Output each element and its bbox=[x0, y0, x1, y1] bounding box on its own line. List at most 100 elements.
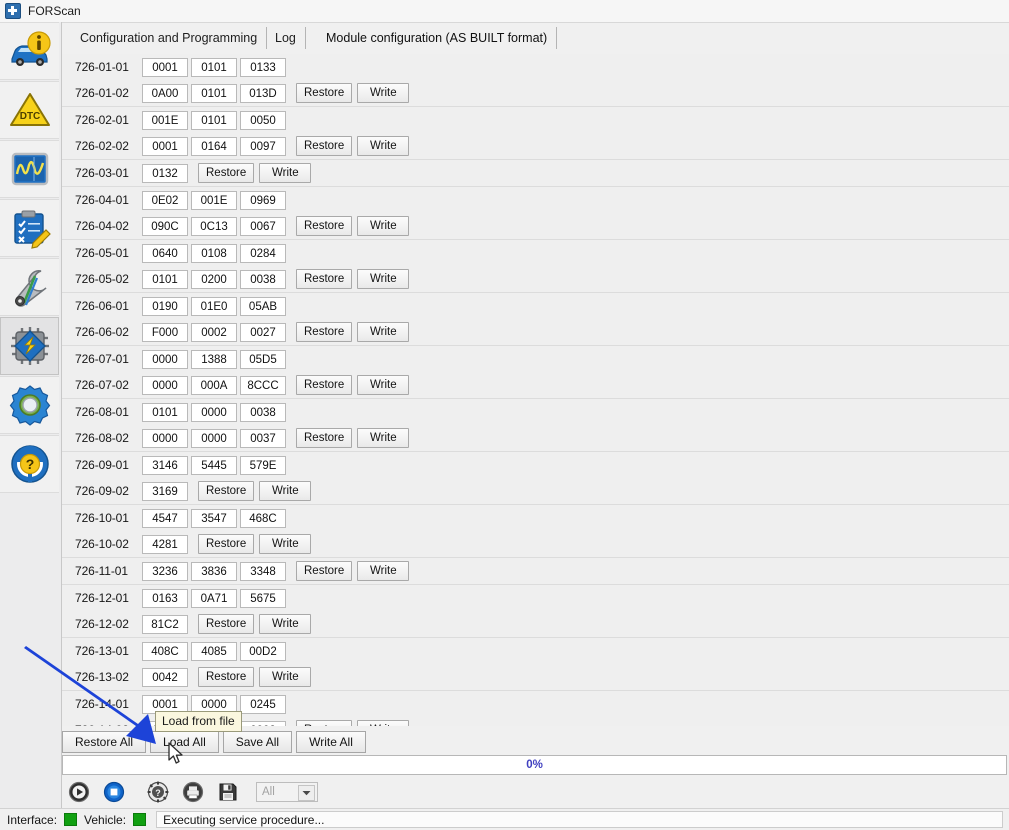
restore-row-button[interactable]: Restore bbox=[296, 269, 353, 289]
config-value-field[interactable]: 0038 bbox=[240, 402, 286, 422]
config-value-field[interactable]: 0000 bbox=[191, 402, 237, 422]
config-value-field[interactable]: 579E bbox=[240, 455, 286, 475]
refresh-button[interactable]: ? bbox=[141, 778, 174, 807]
config-value-field[interactable]: 05AB bbox=[240, 296, 286, 316]
write-row-button[interactable]: Write bbox=[357, 375, 410, 395]
sidebar-item-vehicle-info[interactable] bbox=[0, 22, 59, 80]
config-value-field[interactable]: 0001 bbox=[142, 136, 188, 156]
config-value-field[interactable]: 0000 bbox=[142, 428, 188, 448]
config-value-field[interactable]: 0038 bbox=[240, 269, 286, 289]
config-value-field[interactable]: 0A00 bbox=[142, 83, 188, 103]
filter-select[interactable]: All bbox=[256, 782, 318, 802]
config-value-field[interactable]: 0050 bbox=[240, 110, 286, 130]
config-value-field[interactable]: 3348 bbox=[240, 561, 286, 581]
write-row-button[interactable]: Write bbox=[357, 136, 410, 156]
write-row-button[interactable]: Write bbox=[357, 428, 410, 448]
config-value-field[interactable]: 0067 bbox=[240, 216, 286, 236]
config-value-field[interactable]: 0000 bbox=[191, 428, 237, 448]
config-value-field[interactable]: 0101 bbox=[191, 57, 237, 77]
chevron-down-icon[interactable] bbox=[298, 785, 315, 801]
config-value-field[interactable]: 0245 bbox=[240, 694, 286, 714]
config-value-field[interactable]: 0640 bbox=[142, 243, 188, 263]
config-value-field[interactable]: 0284 bbox=[240, 243, 286, 263]
config-value-field[interactable]: 0027 bbox=[240, 322, 286, 342]
save-all-button[interactable]: Save All bbox=[222, 731, 293, 753]
restore-row-button[interactable]: Restore bbox=[296, 375, 353, 395]
config-value-field[interactable]: 0200 bbox=[191, 269, 237, 289]
write-row-button[interactable]: Write bbox=[357, 561, 410, 581]
config-value-field[interactable]: 0001 bbox=[142, 57, 188, 77]
sidebar-item-dtc[interactable]: DTC bbox=[0, 81, 59, 139]
restore-row-button[interactable]: Restore bbox=[296, 136, 353, 156]
stop-button[interactable] bbox=[97, 778, 130, 807]
config-value-field[interactable]: 1388 bbox=[191, 349, 237, 369]
write-row-button[interactable]: Write bbox=[357, 216, 410, 236]
config-value-field[interactable]: 0164 bbox=[191, 136, 237, 156]
config-value-field[interactable]: 4547 bbox=[142, 508, 188, 528]
tab-log[interactable]: Log bbox=[266, 27, 306, 49]
config-value-field[interactable]: 0097 bbox=[240, 136, 286, 156]
write-row-button[interactable]: Write bbox=[259, 481, 312, 501]
config-value-field[interactable]: 0002 bbox=[191, 322, 237, 342]
restore-row-button[interactable]: Restore bbox=[296, 720, 353, 726]
config-value-field[interactable]: 001E bbox=[191, 190, 237, 210]
restore-row-button[interactable]: Restore bbox=[198, 481, 255, 501]
restore-row-button[interactable]: Restore bbox=[198, 163, 255, 183]
config-value-field[interactable]: 3836 bbox=[191, 561, 237, 581]
sidebar-item-tests[interactable] bbox=[0, 199, 59, 257]
config-value-field[interactable]: F000 bbox=[142, 322, 188, 342]
config-value-field[interactable]: 0969 bbox=[240, 190, 286, 210]
config-value-field[interactable]: 001E bbox=[142, 110, 188, 130]
write-row-button[interactable]: Write bbox=[259, 534, 312, 554]
config-value-field[interactable]: 0163 bbox=[142, 588, 188, 608]
config-value-field[interactable]: 4085 bbox=[191, 641, 237, 661]
config-value-field[interactable]: 0133 bbox=[240, 57, 286, 77]
config-value-field[interactable]: 0132 bbox=[142, 163, 188, 183]
sidebar-item-settings[interactable] bbox=[0, 376, 59, 434]
config-value-field[interactable]: 4281 bbox=[142, 534, 188, 554]
write-row-button[interactable]: Write bbox=[357, 83, 410, 103]
restore-row-button[interactable]: Restore bbox=[198, 614, 255, 634]
config-value-field[interactable]: 0108 bbox=[191, 243, 237, 263]
config-value-field[interactable]: 0101 bbox=[142, 402, 188, 422]
config-value-field[interactable]: 090C bbox=[142, 216, 188, 236]
config-value-field[interactable]: 0101 bbox=[142, 269, 188, 289]
config-value-field[interactable]: 0037 bbox=[240, 428, 286, 448]
sidebar-item-help[interactable]: ? bbox=[0, 435, 59, 493]
write-row-button[interactable]: Write bbox=[259, 667, 312, 687]
config-value-field[interactable]: 013D bbox=[240, 83, 286, 103]
config-value-field[interactable]: 0101 bbox=[191, 110, 237, 130]
write-row-button[interactable]: Write bbox=[357, 720, 410, 726]
config-value-field[interactable]: 0000 bbox=[142, 349, 188, 369]
config-value-field[interactable]: 01E0 bbox=[191, 296, 237, 316]
restore-row-button[interactable]: Restore bbox=[296, 216, 353, 236]
write-row-button[interactable]: Write bbox=[259, 614, 312, 634]
config-value-field[interactable]: 05D5 bbox=[240, 349, 286, 369]
sidebar-item-oscilloscope[interactable] bbox=[0, 140, 59, 198]
save-button[interactable] bbox=[211, 778, 244, 807]
config-value-field[interactable]: 0A71 bbox=[191, 588, 237, 608]
config-value-field[interactable]: 3236 bbox=[142, 561, 188, 581]
config-value-field[interactable]: 3547 bbox=[191, 508, 237, 528]
restore-row-button[interactable]: Restore bbox=[296, 561, 353, 581]
config-value-field[interactable]: 0000 bbox=[142, 375, 188, 395]
sidebar-item-service[interactable] bbox=[0, 258, 59, 316]
config-value-field[interactable]: 00D2 bbox=[240, 641, 286, 661]
restore-row-button[interactable]: Restore bbox=[296, 428, 353, 448]
tab-configuration-and-programming[interactable]: Configuration and Programming bbox=[71, 27, 268, 49]
write-row-button[interactable]: Write bbox=[357, 322, 410, 342]
write-row-button[interactable]: Write bbox=[259, 163, 312, 183]
restore-row-button[interactable]: Restore bbox=[296, 322, 353, 342]
tab-module-configuration[interactable]: Module configuration (AS BUILT format) bbox=[317, 27, 558, 49]
config-value-field[interactable]: 468C bbox=[240, 508, 286, 528]
print-button[interactable] bbox=[176, 778, 209, 807]
write-row-button[interactable]: Write bbox=[357, 269, 410, 289]
config-value-field[interactable]: 0190 bbox=[142, 296, 188, 316]
restore-row-button[interactable]: Restore bbox=[198, 667, 255, 687]
config-value-field[interactable]: 8CCC bbox=[240, 375, 286, 395]
config-value-field[interactable]: 3146 bbox=[142, 455, 188, 475]
config-value-field[interactable]: 0101 bbox=[191, 83, 237, 103]
restore-row-button[interactable]: Restore bbox=[198, 534, 255, 554]
config-value-field[interactable]: 000A bbox=[191, 375, 237, 395]
config-value-field[interactable]: 5445 bbox=[191, 455, 237, 475]
